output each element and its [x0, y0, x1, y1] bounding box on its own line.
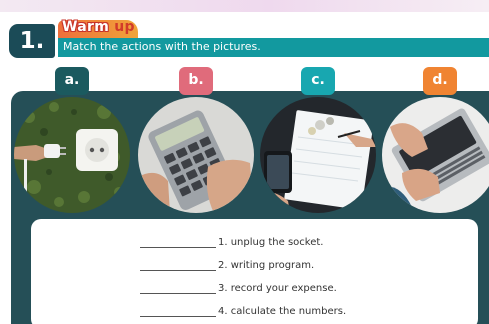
- picture-label-b: b.: [179, 67, 213, 95]
- plug-and-socket-image: [14, 97, 130, 213]
- answer-blank-3[interactable]: [140, 284, 216, 294]
- action-item-1: 1. unplug the socket.: [140, 234, 324, 248]
- picture-label-a: a.: [55, 67, 89, 95]
- answer-blank-2[interactable]: [140, 261, 216, 271]
- picture-label-d: d.: [423, 67, 457, 95]
- title-word-up: up: [114, 19, 135, 35]
- title-word-warm: Warm: [62, 19, 110, 35]
- action-text-4: 4. calculate the numbers.: [218, 306, 347, 317]
- answer-blank-1[interactable]: [140, 238, 216, 248]
- expense-notebook-image: [260, 97, 376, 213]
- exercise-number-badge: 1.: [9, 24, 55, 58]
- action-item-3: 3. record your expense.: [140, 280, 337, 294]
- exercise-number: 1.: [19, 28, 45, 54]
- action-text-3: 3. record your expense.: [218, 283, 337, 294]
- action-item-4: 4. calculate the numbers.: [140, 303, 346, 317]
- laptop-typing-image: [382, 97, 489, 213]
- warm-up-title: Warm up: [62, 19, 135, 35]
- instruction-text: Match the actions with the pictures.: [63, 40, 261, 53]
- action-item-2: 2. writing program.: [140, 257, 314, 271]
- action-text-2: 2. writing program.: [218, 260, 315, 271]
- picture-label-c: c.: [301, 67, 335, 95]
- top-decoration-strip: [0, 0, 489, 12]
- calculator-image: [138, 97, 254, 213]
- action-text-1: 1. unplug the socket.: [218, 237, 324, 248]
- answer-blank-4[interactable]: [140, 307, 216, 317]
